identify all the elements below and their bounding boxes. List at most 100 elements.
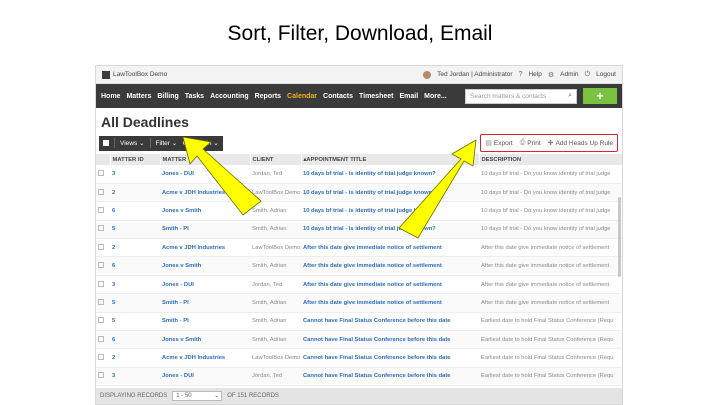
matter-id-cell[interactable]: 6 — [110, 256, 160, 276]
matter-id-cell[interactable]: 6 — [110, 201, 160, 221]
matter-id-cell[interactable]: 2 — [110, 238, 160, 258]
matter-id-cell[interactable]: 5 — [110, 293, 160, 313]
nav-item-matters[interactable]: Matters — [126, 93, 151, 100]
brand[interactable]: LawToolBox Demo — [102, 70, 167, 79]
matter-cell[interactable]: Acme v JDH Industries — [160, 238, 250, 258]
export-button[interactable]: ▤ Export — [485, 139, 512, 148]
page-size-select[interactable]: 1 - 50 ⌄ — [172, 391, 223, 401]
table-row[interactable]: 2 Acme v JDH Industries LawToolBox Demo Can… — [96, 348, 622, 368]
logout-link[interactable]: Logout — [596, 71, 616, 78]
row-checkbox[interactable] — [98, 317, 104, 324]
matter-cell[interactable]: Jones - DUI — [160, 275, 250, 295]
matter-id-cell[interactable]: 5 — [110, 220, 160, 240]
views-dropdown[interactable]: Views ⌄ — [120, 139, 145, 147]
appointment-title-cell[interactable]: Cannot have Final Status Conference befo… — [301, 312, 479, 332]
table-row[interactable]: 2 Acme v JDH Industries LawToolBox Demo Aft… — [96, 238, 622, 258]
table-row[interactable]: 3 Jones - DUI Jordan, Ted After this date g… — [96, 275, 622, 295]
matter-cell[interactable]: Smith - PI — [160, 220, 250, 240]
matter-id-cell[interactable]: 2 — [110, 183, 160, 203]
header-description[interactable]: DESCRIPTION — [479, 154, 622, 165]
row-checkbox[interactable] — [98, 280, 104, 287]
appointment-title-cell[interactable]: After this date give immediate notice of… — [301, 238, 479, 258]
nav-item-email[interactable]: Email — [399, 93, 418, 100]
add-heads-up-rule-button[interactable]: ✚ Add Heads Up Rule — [548, 139, 613, 148]
select-all-checkbox[interactable] — [103, 140, 109, 146]
table-row[interactable]: 3 Jones - DUI Jordan, Ted Cannot have Final… — [96, 367, 622, 387]
row-checkbox[interactable] — [98, 206, 104, 213]
description-cell: Earliest date to hold Final Status Confe… — [479, 312, 622, 332]
admin-dropdown[interactable]: Admin ⌄ — [193, 139, 219, 147]
table-row[interactable]: 5 Smith - PI Smith, Adrian Cannot have Fina… — [96, 312, 622, 332]
matter-cell[interactable]: Smith - PI — [160, 312, 250, 332]
header-client[interactable]: CLIENT — [250, 154, 302, 165]
nav-item-timesheet[interactable]: Timesheet — [359, 93, 394, 100]
matter-id-cell[interactable]: 3 — [110, 165, 160, 184]
description-cell: 10 days bf trial - Do you know identity … — [479, 165, 622, 184]
appointment-title-cell[interactable]: After this date give immediate notice of… — [301, 275, 479, 295]
matter-cell[interactable]: Acme v JDH Industries — [160, 348, 250, 368]
row-checkbox[interactable] — [98, 243, 104, 250]
filter-dropdown[interactable]: Filter ⌄ — [156, 139, 178, 147]
nav-item-home[interactable]: Home — [101, 93, 120, 100]
row-checkbox[interactable] — [98, 298, 104, 305]
settings-gear-icon[interactable]: ⚙ — [182, 139, 188, 147]
table-row[interactable]: 6 Jones v Smith Smith, Adrian Cannot have F… — [96, 330, 622, 350]
add-rule-label: Add Heads Up Rule — [555, 139, 613, 147]
appointment-title-cell[interactable]: 10 days bf trial - is identity of trial … — [301, 165, 479, 184]
admin-link[interactable]: Admin — [560, 71, 578, 78]
matter-id-cell[interactable]: 2 — [110, 348, 160, 368]
row-checkbox[interactable] — [98, 262, 104, 269]
matter-id-cell[interactable]: 5 — [110, 312, 160, 332]
search-input[interactable]: Search matters & contacts ⌕ — [465, 88, 577, 104]
row-checkbox-cell — [96, 220, 110, 240]
matter-cell[interactable]: Smith - PI — [160, 293, 250, 313]
matter-id-cell[interactable]: 3 — [110, 275, 160, 295]
appointment-title-cell[interactable]: 10 days bf trial - is identity of trial … — [301, 183, 479, 203]
header-matter[interactable]: MATTER — [160, 154, 251, 165]
table-row[interactable]: 2 Acme v JDH Industries LawToolBox Demo 10 … — [96, 183, 622, 203]
appointment-title-cell[interactable]: Cannot have Final Status Conference befo… — [301, 367, 479, 387]
row-checkbox[interactable] — [98, 169, 104, 176]
table-row[interactable]: 5 Smith - PI Smith, Adrian 10 days bf trial… — [96, 220, 622, 240]
scrollbar[interactable] — [618, 197, 621, 277]
nav-item-more[interactable]: More... — [424, 93, 447, 100]
matter-id-cell[interactable]: 3 — [110, 367, 160, 387]
matter-cell[interactable]: Acme v JDH Industries — [160, 183, 250, 203]
appointment-title-cell[interactable]: 10 days bf trial - is identity of trial … — [301, 220, 479, 240]
nav-item-reports[interactable]: Reports — [255, 93, 281, 100]
matter-cell[interactable]: Jones v Smith — [160, 201, 250, 221]
matter-cell[interactable]: Jones - DUI — [160, 165, 250, 184]
appointment-title-cell[interactable]: Cannot have Final Status Conference befo… — [301, 330, 479, 350]
row-checkbox[interactable] — [98, 335, 104, 342]
header-appointment-title[interactable]: ▴APPOINTMENT TITLE — [301, 154, 480, 165]
matter-cell[interactable]: Jones v Smith — [160, 256, 250, 276]
header-matter-id[interactable]: MATTER ID — [110, 154, 161, 165]
matter-cell[interactable]: Jones - DUI — [160, 367, 250, 387]
table-row[interactable]: 3 Jones - DUI Jordan, Ted 10 days bf trial … — [96, 165, 622, 184]
help-link[interactable]: Help — [528, 71, 541, 78]
search-icon[interactable]: ⌕ — [568, 92, 572, 100]
nav-item-billing[interactable]: Billing — [157, 93, 178, 100]
table-row[interactable]: 6 Jones v Smith Smith, Adrian After this da… — [96, 256, 622, 276]
client-cell: Jordan, Ted — [250, 165, 301, 184]
chevron-down-icon: ⌄ — [213, 140, 219, 147]
row-checkbox[interactable] — [98, 188, 104, 195]
nav-item-accounting[interactable]: Accounting — [210, 93, 249, 100]
nav-item-calendar[interactable]: Calendar — [287, 93, 317, 100]
appointment-title-cell[interactable]: After this date give immediate notice of… — [301, 256, 479, 276]
user-name[interactable]: Ted Jordan | Administrator — [437, 71, 512, 78]
table-row[interactable]: 5 Smith - PI Smith, Adrian After this date … — [96, 293, 622, 313]
add-button[interactable]: + — [583, 88, 617, 104]
nav-item-contacts[interactable]: Contacts — [323, 93, 353, 100]
row-checkbox[interactable] — [98, 372, 104, 379]
row-checkbox[interactable] — [98, 354, 104, 361]
row-checkbox[interactable] — [98, 225, 104, 232]
print-button[interactable]: ⎙ Print — [520, 139, 541, 147]
table-row[interactable]: 6 Jones v Smith Smith, Adrian 10 days bf tr… — [96, 201, 622, 221]
appointment-title-cell[interactable]: Cannot have Final Status Conference befo… — [301, 348, 479, 368]
matter-cell[interactable]: Jones v Smith — [160, 330, 250, 350]
matter-id-cell[interactable]: 6 — [110, 330, 160, 350]
nav-item-tasks[interactable]: Tasks — [185, 93, 204, 100]
appointment-title-cell[interactable]: After this date give immediate notice of… — [301, 293, 479, 313]
appointment-title-cell[interactable]: 10 days bf trial - is identity of trial … — [301, 201, 479, 221]
